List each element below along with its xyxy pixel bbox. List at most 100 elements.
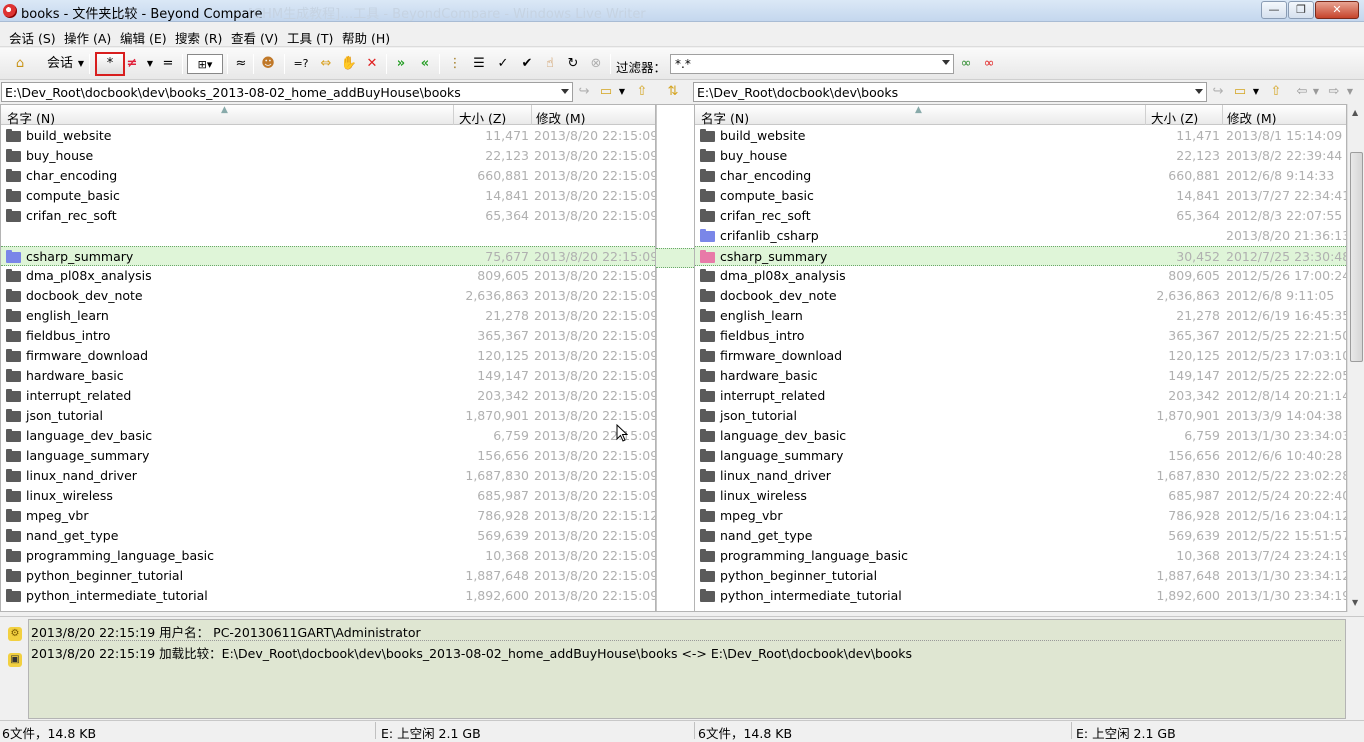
file-row[interactable]: fieldbus_intro 365,367 2013/8/20 22:15:09 (1, 326, 655, 346)
file-row[interactable]: mpeg_vbr 786,928 2013/8/20 22:15:12 (1, 506, 655, 526)
file-row[interactable]: docbook_dev_note 2,636,863 2013/8/20 22:15… (1, 286, 655, 306)
file-row[interactable]: char_encoding 660,881 2012/6/8 9:14:33 (695, 166, 1346, 186)
differences-dropdown-icon[interactable]: ▼ (145, 54, 155, 74)
hand-icon[interactable]: ☝ (541, 54, 559, 74)
file-row[interactable]: linux_wireless 685,987 2013/8/20 22:15:09 (1, 486, 655, 506)
maximize-button[interactable]: ❐ (1288, 1, 1314, 19)
file-row[interactable]: python_intermediate_tutorial 1,892,600 201… (1, 586, 655, 606)
chevron-down-icon[interactable]: ▼ (614, 84, 630, 100)
file-row[interactable]: interrupt_related 203,342 2013/8/20 22:15:… (1, 386, 655, 406)
menu-tools[interactable]: 工具 (T) (287, 28, 333, 47)
scrollbar-thumb[interactable] (1350, 152, 1363, 362)
file-row[interactable]: csharp_summary 30,452 2012/7/25 23:30:48 (695, 246, 1346, 266)
filter-input[interactable]: *.* (670, 54, 954, 74)
scroll-up-icon[interactable]: ▲ (1352, 108, 1358, 117)
size-column-header[interactable]: 大小 (Z) (1151, 108, 1198, 127)
file-row[interactable]: dma_pl08x_analysis 809,605 2013/8/20 22:15… (1, 266, 655, 286)
up-folder-icon[interactable]: ⇧ (1268, 84, 1284, 100)
column-divider[interactable] (453, 105, 454, 125)
left-path-input[interactable]: E:\Dev_Root\docbook\dev\books_2013-08-02… (1, 82, 573, 102)
file-row[interactable]: crifanlib_csharp 2013/8/20 21:36:13 (695, 226, 1346, 246)
compare-icon[interactable]: =? (291, 54, 311, 74)
file-row[interactable]: fieldbus_intro 365,367 2012/5/25 22:21:50 (695, 326, 1346, 346)
file-row[interactable]: crifan_rec_soft 65,364 2012/8/3 22:07:55 (695, 206, 1346, 226)
log-output[interactable]: 2013/8/20 22:15:19 用户名： PC-20130611GART\… (28, 619, 1346, 719)
file-row[interactable]: json_tutorial 1,870,901 2013/8/20 22:15:09 (1, 406, 655, 426)
list-icon[interactable]: ☰ (470, 54, 488, 74)
select-all-icon[interactable]: ✔ (518, 54, 536, 74)
chevron-down-icon[interactable]: ▼ (1342, 84, 1358, 100)
forward-icon[interactable]: ⇨ (1326, 84, 1342, 100)
glasses-off-icon[interactable]: ∞ (980, 54, 998, 74)
delete-icon[interactable]: ✕ (363, 54, 381, 74)
file-row[interactable]: interrupt_related 203,342 2012/8/14 20:21:… (695, 386, 1346, 406)
file-row[interactable]: compute_basic 14,841 2013/7/27 22:34:41 (695, 186, 1346, 206)
file-row[interactable]: programming_language_basic 10,368 2013/8/2… (1, 546, 655, 566)
show-differences-icon[interactable]: ≠ (126, 54, 138, 74)
file-row[interactable]: char_encoding 660,881 2013/8/20 22:15:09 (1, 166, 655, 186)
file-row[interactable]: firmware_download 120,125 2012/5/23 17:03:… (695, 346, 1346, 366)
glasses-icon[interactable]: ∞ (957, 54, 975, 74)
session-dropdown-icon[interactable]: ▼ (76, 54, 86, 74)
column-divider[interactable] (1222, 105, 1223, 125)
stop-icon[interactable]: ⊗ (587, 54, 605, 74)
chevron-down-icon[interactable]: ▼ (1308, 84, 1324, 100)
select-icon[interactable]: ✓ (494, 54, 512, 74)
copy-left-icon[interactable]: « (416, 54, 434, 74)
touch-icon[interactable]: ✋ (340, 54, 358, 74)
folder-browse-icon[interactable]: ▭ (598, 84, 614, 100)
file-row[interactable]: compute_basic 14,841 2013/8/20 22:15:09 (1, 186, 655, 206)
menu-search[interactable]: 搜索 (R) (175, 28, 222, 47)
folder-browse-icon[interactable]: ▭ (1232, 84, 1248, 100)
file-row[interactable]: buy_house 22,123 2013/8/2 22:39:44 (695, 146, 1346, 166)
right-file-pane[interactable]: 名字 (N) ▲ 大小 (Z) 修改 (M) build_website 11,4… (694, 104, 1347, 612)
menu-edit[interactable]: 编辑 (E) (120, 28, 167, 47)
file-row[interactable]: json_tutorial 1,870,901 2013/3/9 14:04:38 (695, 406, 1346, 426)
file-row[interactable]: programming_language_basic 10,368 2013/7/2… (695, 546, 1346, 566)
size-column-header[interactable]: 大小 (Z) (459, 108, 506, 127)
home-icon[interactable]: ⌂ (10, 54, 30, 74)
chevron-down-icon[interactable] (942, 60, 950, 65)
file-row[interactable]: linux_nand_driver 1,687,830 2012/5/22 23:0… (695, 466, 1346, 486)
file-row[interactable] (1, 226, 655, 246)
close-button[interactable]: ✕ (1315, 1, 1359, 19)
menu-actions[interactable]: 操作 (A) (64, 28, 111, 47)
swap-sides-icon[interactable]: ⇅ (665, 84, 681, 100)
minimize-button[interactable]: — (1261, 1, 1287, 19)
file-row[interactable]: linux_nand_driver 1,687,830 2013/8/20 22:1… (1, 466, 655, 486)
up-folder-icon[interactable]: ⇧ (634, 84, 650, 100)
file-row[interactable]: csharp_summary 75,677 2013/8/20 22:15:09 (1, 246, 655, 266)
file-row[interactable]: buy_house 22,123 2013/8/20 22:15:09 (1, 146, 655, 166)
approximate-icon[interactable]: ≈ (233, 54, 249, 74)
file-row[interactable]: mpeg_vbr 786,928 2012/5/16 23:04:12 (695, 506, 1346, 526)
file-row[interactable]: english_learn 21,278 2013/8/20 22:15:09 (1, 306, 655, 326)
copy-right-icon[interactable]: » (392, 54, 410, 74)
name-column-header[interactable]: 名字 (N) (7, 108, 55, 127)
session-button[interactable]: 会话 (40, 54, 80, 74)
scroll-down-icon[interactable]: ▼ (1352, 598, 1358, 607)
file-row[interactable]: english_learn 21,278 2012/6/19 16:45:35 (695, 306, 1346, 326)
go-icon[interactable]: ↪ (1210, 84, 1226, 100)
file-row[interactable]: python_beginner_tutorial 1,887,648 2013/8/… (1, 566, 655, 586)
file-row[interactable]: python_intermediate_tutorial 1,892,600 201… (695, 586, 1346, 606)
file-row[interactable]: dma_pl08x_analysis 809,605 2012/5/26 17:00… (695, 266, 1346, 286)
file-row[interactable]: hardware_basic 149,147 2012/5/25 22:22:05 (695, 366, 1346, 386)
file-row[interactable]: nand_get_type 569,639 2012/5/22 15:51:57 (695, 526, 1346, 546)
file-row[interactable]: crifan_rec_soft 65,364 2013/8/20 22:15:09 (1, 206, 655, 226)
rules-icon[interactable]: ☻ (258, 54, 278, 74)
file-row[interactable]: hardware_basic 149,147 2013/8/20 22:15:09 (1, 366, 655, 386)
chevron-down-icon[interactable] (1195, 89, 1203, 94)
chevron-down-icon[interactable]: ▼ (1248, 84, 1264, 100)
column-divider[interactable] (1145, 105, 1146, 125)
file-row[interactable]: language_dev_basic 6,759 2013/8/20 22:15:0… (1, 426, 655, 446)
file-row[interactable]: nand_get_type 569,639 2013/8/20 22:15:09 (1, 526, 655, 546)
file-row[interactable]: language_summary 156,656 2013/8/20 22:15:0… (1, 446, 655, 466)
chevron-down-icon[interactable] (561, 89, 569, 94)
file-row[interactable]: linux_wireless 685,987 2012/5/24 20:22:40 (695, 486, 1346, 506)
menu-help[interactable]: 帮助 (H) (342, 28, 390, 47)
modified-column-header[interactable]: 修改 (M) (536, 108, 586, 127)
show-same-icon[interactable]: = (160, 54, 176, 74)
swap-icon[interactable]: ⇔ (316, 54, 336, 74)
structure-button[interactable]: ⊞▾ (187, 54, 223, 74)
go-icon[interactable]: ↪ (576, 84, 592, 100)
